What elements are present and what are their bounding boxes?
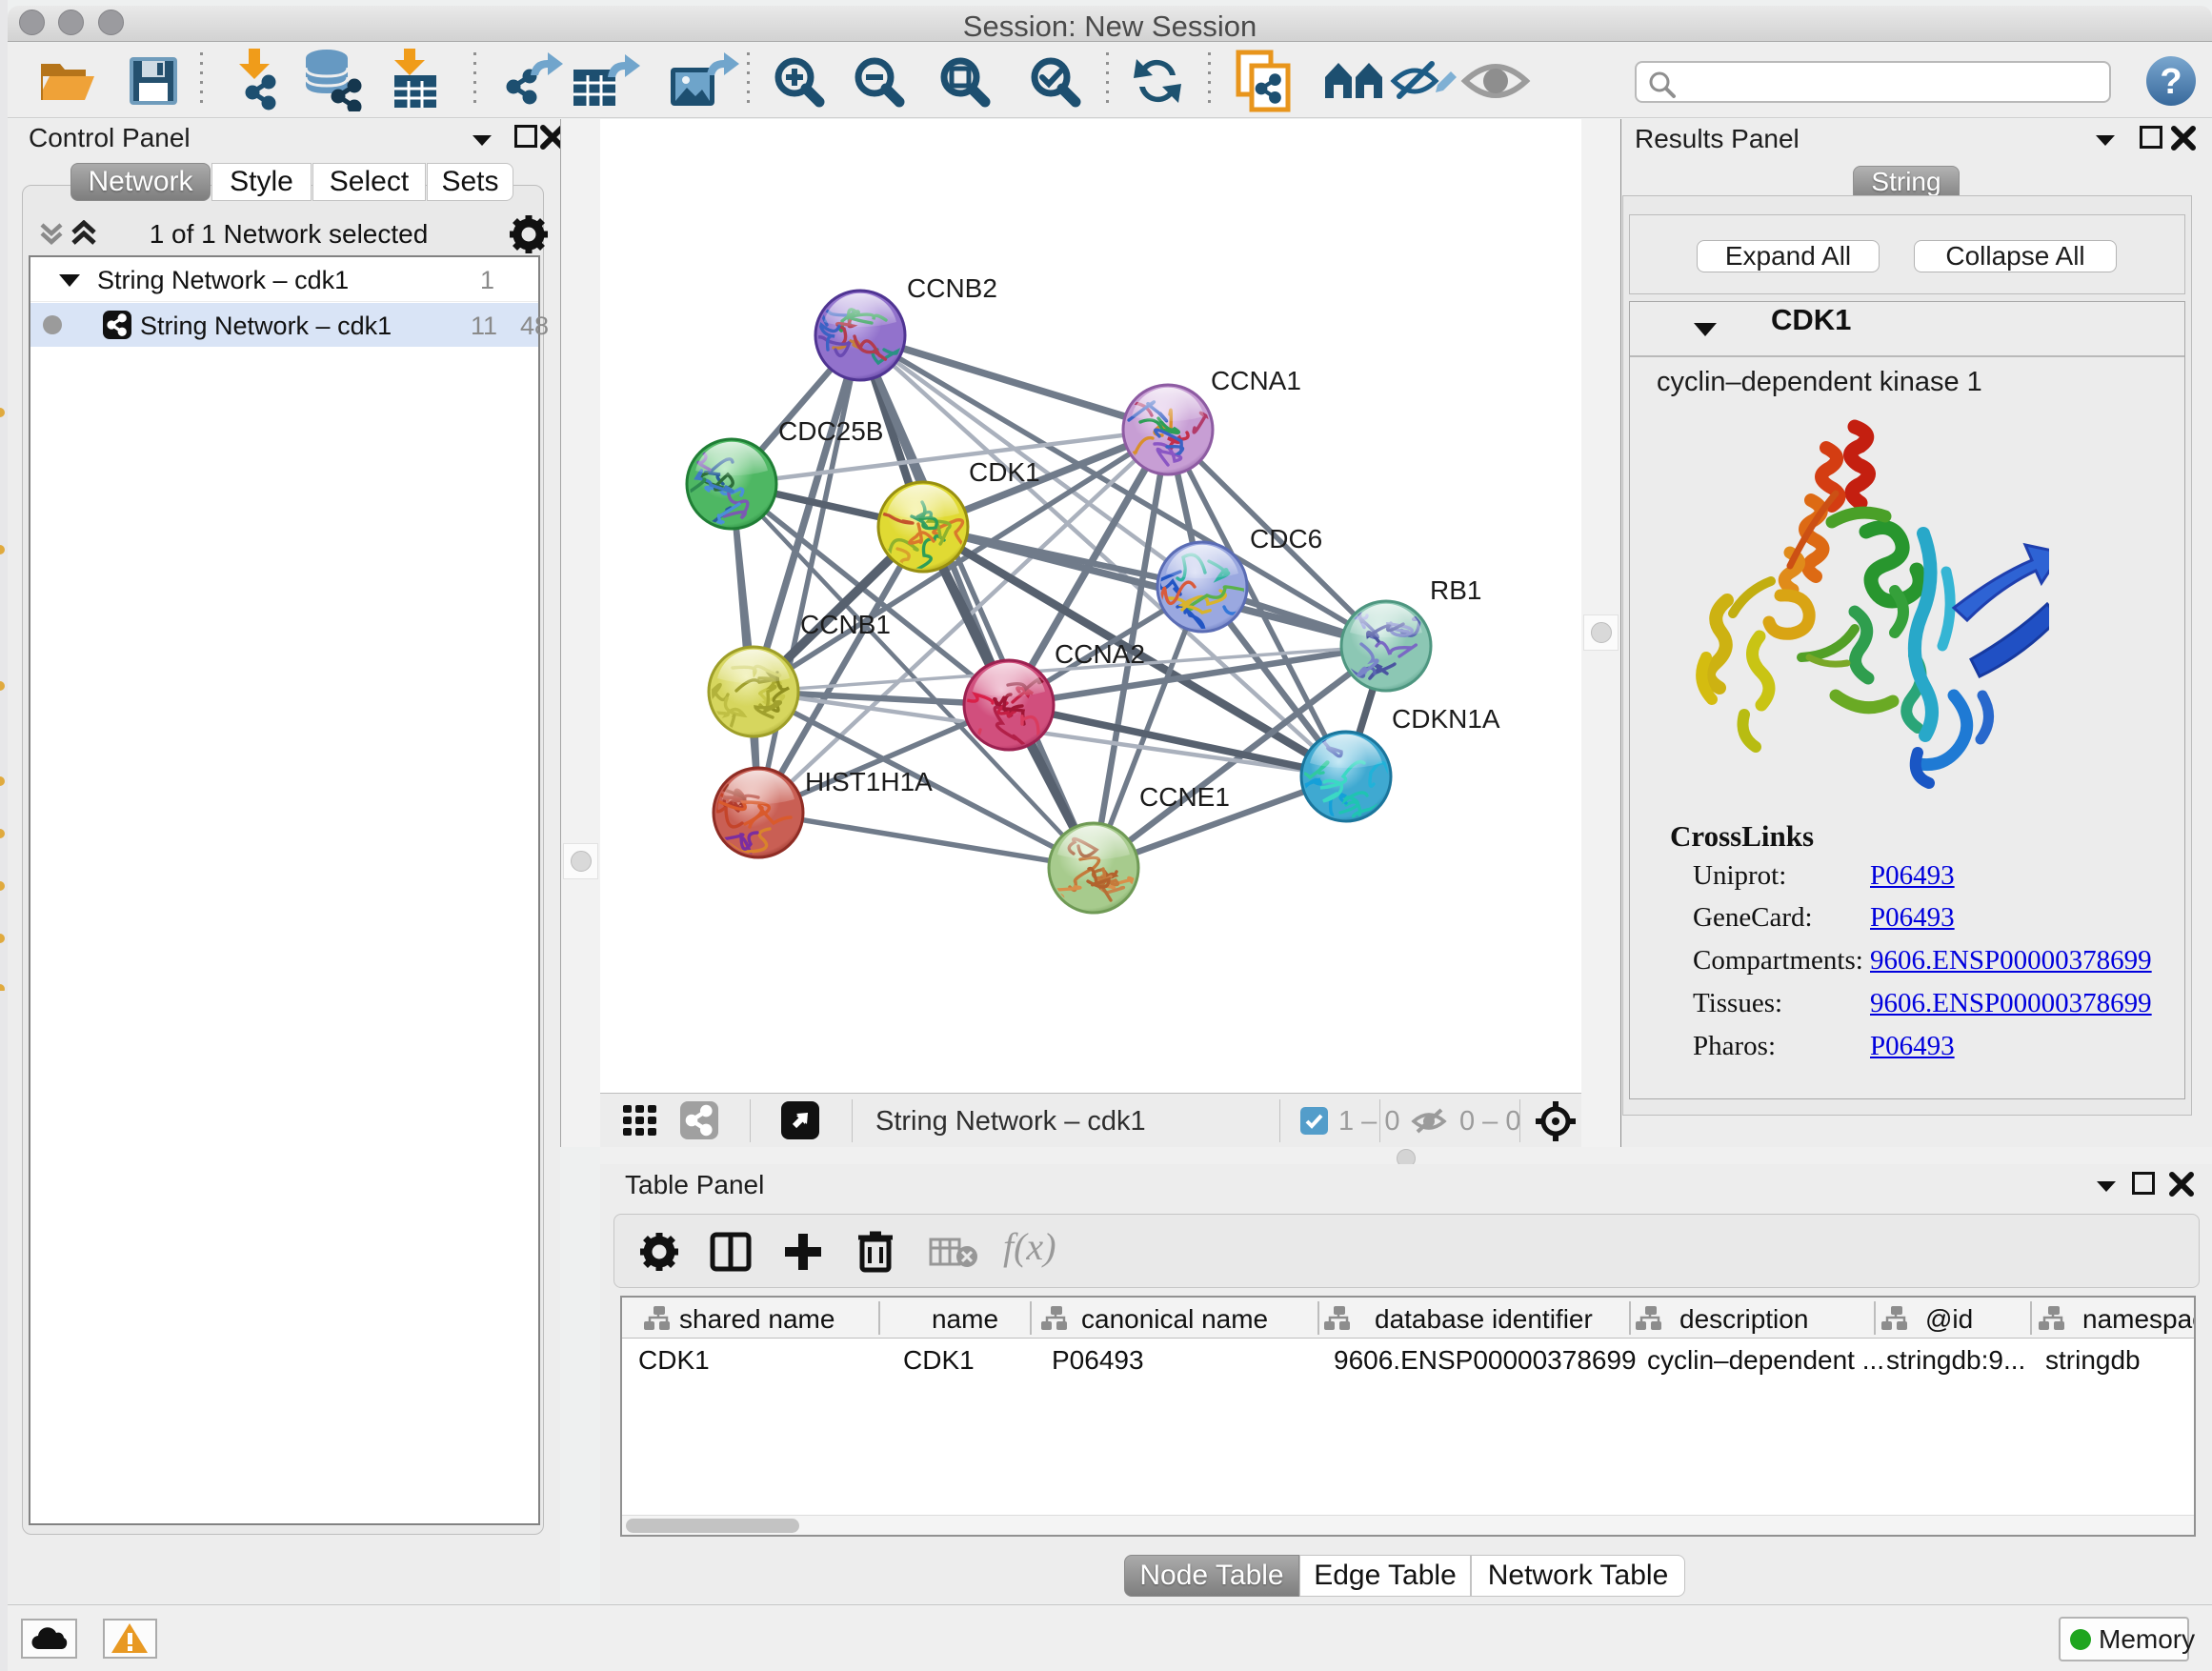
svg-text:CDKN1A: CDKN1A — [1392, 704, 1500, 734]
svg-text:CCNB2: CCNB2 — [907, 273, 997, 303]
svg-text:CDK1: CDK1 — [969, 457, 1040, 487]
svg-text:CCNA2: CCNA2 — [1055, 639, 1145, 669]
svg-text:CDC25B: CDC25B — [778, 416, 883, 446]
svg-text:CCNE1: CCNE1 — [1139, 782, 1230, 812]
svg-text:CCNA1: CCNA1 — [1211, 366, 1301, 395]
svg-text:?: ? — [2160, 62, 2182, 102]
svg-text:RB1: RB1 — [1430, 575, 1481, 605]
svg-text:CCNB1: CCNB1 — [800, 610, 891, 639]
svg-text:HIST1H1A: HIST1H1A — [805, 767, 933, 796]
svg-text:CDC6: CDC6 — [1250, 524, 1322, 554]
